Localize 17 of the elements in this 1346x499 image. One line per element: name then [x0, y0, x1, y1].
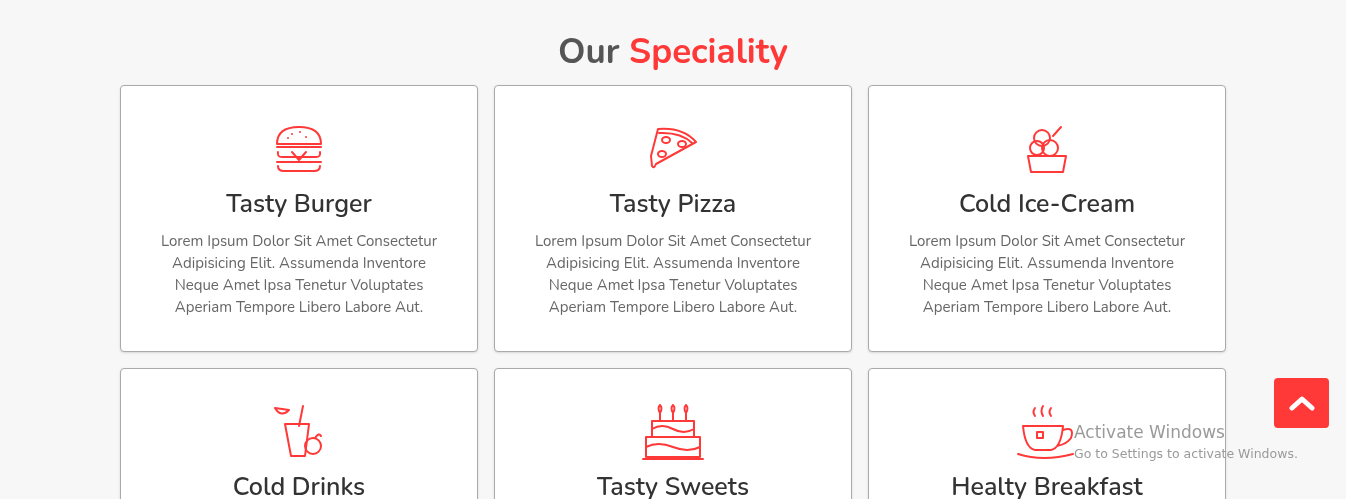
- card-title: Cold Ice-Cream: [958, 188, 1136, 220]
- card-title: Healty Breakfast: [951, 471, 1143, 499]
- card-title: Tasty Sweets: [597, 471, 749, 499]
- birthday-cake-icon: [642, 403, 704, 461]
- ice-cream-cup-icon: [1025, 124, 1069, 174]
- card-title: Cold Drinks: [232, 471, 366, 499]
- card-description: Lorem Ipsum Dolor Sit Amet Consectetur Adipisicing Elit. Assumenda Inventore Neque Amet Ipsa Tenetur Voluptates Aperiam Tempore Libero Labore Aut.: [533, 230, 813, 318]
- chevron-up-icon: [1288, 395, 1315, 411]
- drink-glass-icon: [273, 404, 325, 460]
- section-heading: Our Speciality: [557, 30, 789, 74]
- activation-title: Activate Windows: [1074, 421, 1226, 444]
- scroll-to-top-button[interactable]: [1274, 378, 1329, 428]
- card-description: Lorem Ipsum Dolor Sit Amet Consectetur Adipisicing Elit. Assumenda Inventore Neque Amet Ipsa Tenetur Voluptates Aperiam Tempore Libero Labore Aut.: [159, 230, 439, 318]
- card-title: Tasty Pizza: [609, 188, 737, 220]
- card-description: Lorem Ipsum Dolor Sit Amet Consectetur Adipisicing Elit. Assumenda Inventore Neque Amet Ipsa Tenetur Voluptates Aperiam Tempore Libero Labore Aut.: [907, 230, 1187, 318]
- burger-icon: [274, 124, 324, 174]
- card-title: Tasty Burger: [226, 188, 372, 220]
